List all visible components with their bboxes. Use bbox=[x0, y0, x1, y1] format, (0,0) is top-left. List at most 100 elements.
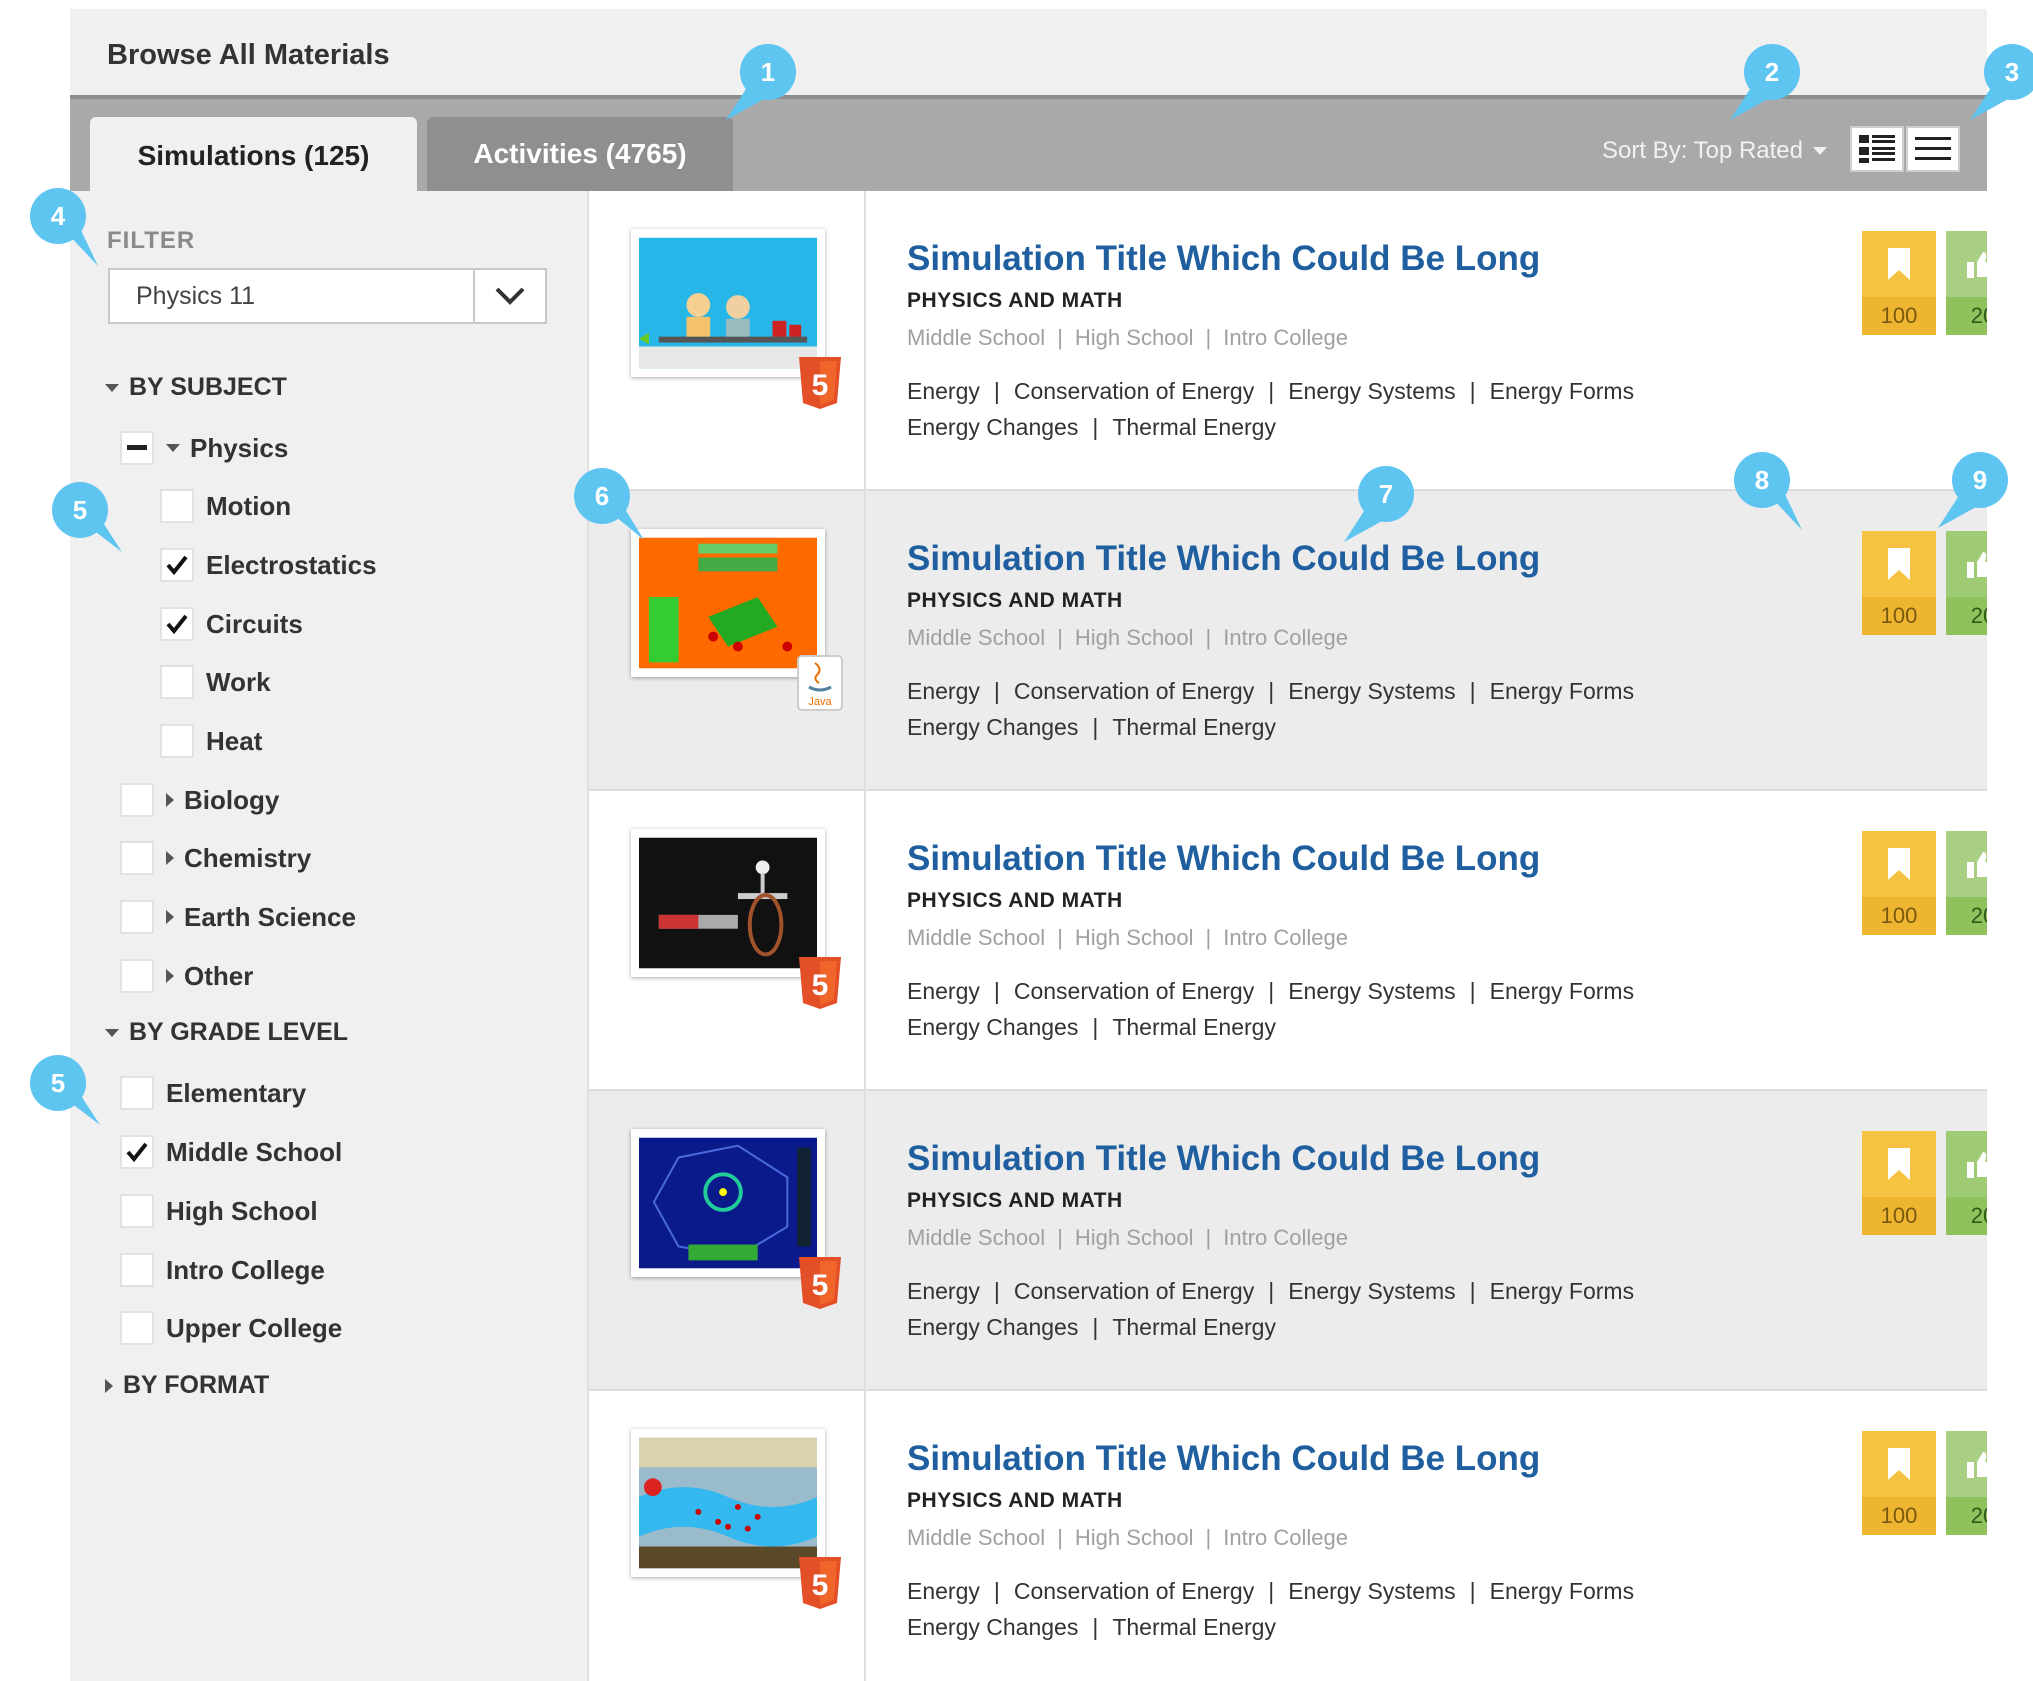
partial-checkbox[interactable] bbox=[120, 431, 154, 465]
subject-other[interactable]: Other bbox=[120, 959, 253, 993]
topic-link[interactable]: Energy Systems bbox=[1288, 378, 1455, 404]
topic-link[interactable]: Energy Forms bbox=[1490, 978, 1634, 1004]
like-button[interactable]: 20 bbox=[1946, 531, 1987, 635]
subject-label: Motion bbox=[206, 490, 292, 521]
bookmark-button[interactable]: 100 bbox=[1862, 231, 1936, 335]
topic-link[interactable]: Conservation of Energy bbox=[1014, 378, 1254, 404]
by-format-toggle[interactable]: BY FORMAT bbox=[105, 1371, 269, 1400]
subject-motion[interactable]: Motion bbox=[160, 489, 291, 523]
topic-link[interactable]: Thermal Energy bbox=[1112, 414, 1276, 440]
checkbox[interactable] bbox=[120, 959, 154, 993]
grade-high-school[interactable]: High School bbox=[120, 1194, 318, 1228]
java-icon: Java bbox=[797, 655, 843, 711]
topic-link[interactable]: Energy Changes bbox=[907, 414, 1078, 440]
result-title-link[interactable]: Simulation Title Which Could Be Long bbox=[907, 239, 1634, 279]
subject-physics[interactable]: Physics bbox=[120, 431, 288, 465]
topic-link[interactable]: Energy bbox=[907, 678, 980, 704]
checkbox[interactable] bbox=[120, 900, 154, 934]
checkbox[interactable] bbox=[120, 1076, 154, 1110]
like-button[interactable]: 20 bbox=[1946, 831, 1987, 935]
sim-thumbnail[interactable] bbox=[631, 1429, 825, 1577]
checkbox[interactable] bbox=[160, 548, 194, 582]
topic-link[interactable]: Energy Systems bbox=[1288, 1278, 1455, 1304]
subject-electrostatics[interactable]: Electrostatics bbox=[160, 548, 377, 582]
checkbox[interactable] bbox=[160, 607, 194, 641]
result-title-link[interactable]: Simulation Title Which Could Be Long bbox=[907, 1139, 1634, 1179]
tab-simulations[interactable]: Simulations (125) bbox=[90, 117, 417, 195]
topic-link[interactable]: Thermal Energy bbox=[1112, 1614, 1276, 1640]
like-button[interactable]: 20 bbox=[1946, 231, 1987, 335]
checkbox[interactable] bbox=[120, 1135, 154, 1169]
subject-heat[interactable]: Heat bbox=[160, 724, 262, 758]
topic-link[interactable]: Energy Forms bbox=[1490, 1578, 1634, 1604]
subject-work[interactable]: Work bbox=[160, 665, 271, 699]
bookmark-button[interactable]: 100 bbox=[1862, 1431, 1936, 1535]
checkbox[interactable] bbox=[120, 783, 154, 817]
bookmark-button[interactable]: 100 bbox=[1862, 1131, 1936, 1235]
topic-link[interactable]: Conservation of Energy bbox=[1014, 978, 1254, 1004]
subject-earth-science[interactable]: Earth Science bbox=[120, 900, 356, 934]
by-subject-heading: BY SUBJECT bbox=[129, 373, 287, 401]
topic-link[interactable]: Energy Changes bbox=[907, 1014, 1078, 1040]
subject-biology[interactable]: Biology bbox=[120, 783, 279, 817]
sim-thumbnail[interactable] bbox=[631, 829, 825, 977]
tab-activities[interactable]: Activities (4765) bbox=[427, 117, 733, 191]
topic-link[interactable]: Energy Systems bbox=[1288, 678, 1455, 704]
topic-link[interactable]: Conservation of Energy bbox=[1014, 1278, 1254, 1304]
topic-link[interactable]: Energy Changes bbox=[907, 714, 1078, 740]
checkbox[interactable] bbox=[120, 1194, 154, 1228]
svg-text:Java: Java bbox=[808, 696, 832, 708]
topic-link[interactable]: Thermal Energy bbox=[1112, 714, 1276, 740]
grade-upper-college[interactable]: Upper College bbox=[120, 1311, 342, 1345]
result-title-link[interactable]: Simulation Title Which Could Be Long bbox=[907, 539, 1634, 579]
bookmark-icon bbox=[1888, 1448, 1910, 1480]
checkbox[interactable] bbox=[160, 724, 194, 758]
result-title-link[interactable]: Simulation Title Which Could Be Long bbox=[907, 839, 1634, 879]
topic-link[interactable]: Conservation of Energy bbox=[1014, 678, 1254, 704]
topic-link[interactable]: Energy Systems bbox=[1288, 1578, 1455, 1604]
bookmark-button[interactable]: 100 bbox=[1862, 531, 1936, 635]
topic-link[interactable]: Energy Changes bbox=[907, 1614, 1078, 1640]
sim-thumbnail[interactable] bbox=[631, 229, 825, 377]
topic-link[interactable]: Energy Forms bbox=[1490, 678, 1634, 704]
grade-intro-college[interactable]: Intro College bbox=[120, 1253, 325, 1287]
filter-select[interactable]: Physics 11 bbox=[108, 268, 547, 324]
topic-link[interactable]: Energy Forms bbox=[1490, 1278, 1634, 1304]
like-count: 20 bbox=[1946, 297, 1987, 335]
like-button[interactable]: 20 bbox=[1946, 1131, 1987, 1235]
checkbox[interactable] bbox=[120, 841, 154, 875]
result-title-link[interactable]: Simulation Title Which Could Be Long bbox=[907, 1439, 1634, 1479]
topic-link[interactable]: Thermal Energy bbox=[1112, 1014, 1276, 1040]
topic-link[interactable]: Energy bbox=[907, 1578, 980, 1604]
bookmark-button[interactable]: 100 bbox=[1862, 831, 1936, 935]
topic-link[interactable]: Energy Systems bbox=[1288, 978, 1455, 1004]
grade-elementary[interactable]: Elementary bbox=[120, 1076, 306, 1110]
topic-link[interactable]: Energy bbox=[907, 978, 980, 1004]
by-subject-toggle[interactable]: BY SUBJECT bbox=[105, 373, 287, 402]
topic-link[interactable]: Energy Changes bbox=[907, 1314, 1078, 1340]
sort-dropdown[interactable]: Sort By: Top Rated bbox=[1602, 137, 1827, 165]
checkbox[interactable] bbox=[120, 1311, 154, 1345]
result-subject: PHYSICS AND MATH bbox=[907, 1489, 1123, 1512]
topic-link[interactable]: Conservation of Energy bbox=[1014, 1578, 1254, 1604]
detail-view-button[interactable] bbox=[1850, 126, 1904, 172]
subject-chemistry[interactable]: Chemistry bbox=[120, 841, 311, 875]
bookmark-count: 100 bbox=[1862, 1497, 1936, 1535]
callout-number: 4 bbox=[50, 200, 66, 231]
topic-link[interactable]: Energy bbox=[907, 1278, 980, 1304]
checkbox[interactable] bbox=[160, 665, 194, 699]
topic-link[interactable]: Energy bbox=[907, 378, 980, 404]
like-button[interactable]: 20 bbox=[1946, 1431, 1987, 1535]
by-grade-toggle[interactable]: BY GRADE LEVEL bbox=[105, 1018, 348, 1047]
callout-number: 6 bbox=[594, 480, 610, 511]
sim-thumbnail[interactable] bbox=[631, 529, 825, 677]
subject-label: Chemistry bbox=[184, 842, 312, 873]
list-view-button[interactable] bbox=[1906, 126, 1960, 172]
sim-thumbnail[interactable] bbox=[631, 1129, 825, 1277]
checkbox[interactable] bbox=[120, 1253, 154, 1287]
topic-link[interactable]: Energy Forms bbox=[1490, 378, 1634, 404]
grade-middle-school[interactable]: Middle School bbox=[120, 1135, 342, 1169]
topic-link[interactable]: Thermal Energy bbox=[1112, 1314, 1276, 1340]
subject-circuits[interactable]: Circuits bbox=[160, 607, 303, 641]
checkbox[interactable] bbox=[160, 489, 194, 523]
